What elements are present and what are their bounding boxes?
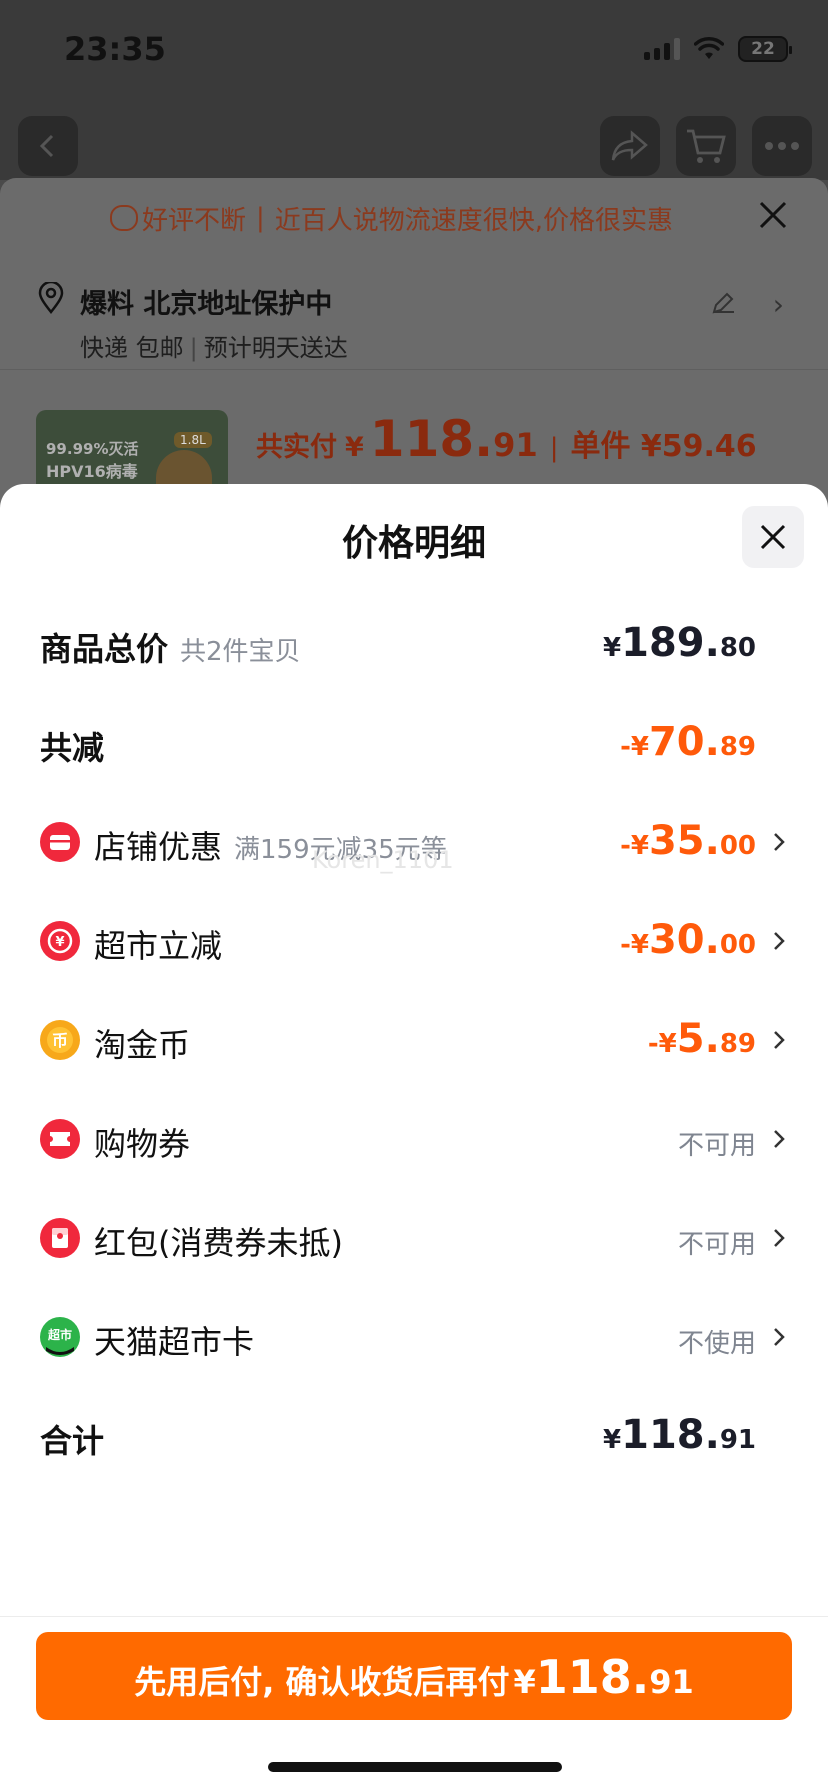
gold-coin-icon: 币 <box>40 1020 80 1060</box>
paid-yen: ¥ <box>345 432 364 463</box>
row-amount: -¥70.89 <box>620 719 756 765</box>
unit-price: 单件 ¥59.46 <box>570 429 757 464</box>
product-image-badge: 1.8L <box>174 432 212 448</box>
row-amount: ¥118.91 <box>603 1412 756 1458</box>
row-amount: -¥5.89 <box>647 1016 756 1062</box>
paid-label: 共实付 <box>256 432 337 463</box>
chevron-right-icon <box>774 932 785 950</box>
share-icon <box>611 130 648 161</box>
cart-icon <box>687 129 726 163</box>
row-gold-coin[interactable]: 币 淘金币 -¥5.89 <box>0 1000 828 1080</box>
tmall-card-icon: 超市 <box>40 1317 80 1357</box>
row-label: 合计 <box>40 1422 105 1460</box>
top-nav <box>0 100 828 180</box>
chevron-right-icon: › <box>772 288 784 321</box>
price-divider: | <box>549 433 559 463</box>
row-shopping-voucher[interactable]: 购物券 不可用 <box>0 1099 828 1179</box>
chevron-left-icon <box>39 134 54 158</box>
more-icon <box>765 142 799 150</box>
delivery-eta: 预计明天送达 <box>203 334 348 362</box>
row-label: 红包(消费券未抵) <box>94 1224 343 1262</box>
row-status: 不使用 <box>677 1329 756 1359</box>
row-total-reduction: 共减 -¥70.89 <box>0 703 828 783</box>
row-label: 购物券 <box>94 1125 191 1163</box>
watermark: Koren_1101 <box>312 846 454 874</box>
shop-discount-icon <box>40 822 80 862</box>
row-tmall-card[interactable]: 超市 天猫超市卡 不使用 <box>0 1297 828 1377</box>
row-amount: -¥35.00 <box>620 818 756 864</box>
more-button[interactable] <box>752 116 812 176</box>
edit-icon[interactable] <box>710 290 736 316</box>
row-label: 天猫超市卡 <box>94 1323 255 1361</box>
price-detail-modal: 价格明细 商品总价 共2件宝贝 ¥189.80 共减 -¥70.89 店铺优惠 满1… <box>0 484 828 1792</box>
row-amount: ¥189.80 <box>603 620 756 666</box>
chevron-right-icon <box>774 1328 785 1346</box>
row-label: 共减 <box>40 729 105 767</box>
paid-amount-dec: 91 <box>493 426 538 464</box>
row-status: 不可用 <box>677 1131 756 1161</box>
banner-text-1: 好评不断 <box>142 205 247 236</box>
close-icon <box>760 524 786 550</box>
location-pin-icon <box>38 282 64 314</box>
pay-button-text: 先用后付, 确认收货后再付 <box>134 1663 510 1701</box>
share-button[interactable] <box>600 116 660 176</box>
paid-amount-int: 118. <box>369 410 494 468</box>
pay-button-dec: 91 <box>649 1663 694 1701</box>
row-supermarket-discount[interactable]: ¥ 超市立减 -¥30.00 <box>0 901 828 981</box>
paid-summary: 共实付 ¥ 118. 91 | 单件 ¥59.46 <box>256 410 757 470</box>
delivery-divider: | <box>189 334 198 362</box>
row-label: 商品总价 共2件宝贝 <box>40 630 301 668</box>
address-section[interactable]: 爆料 北京地址保护中 快递 包邮 | 预计明天送达 › <box>0 260 828 370</box>
status-indicators: 22 <box>644 36 792 62</box>
delivery-info: 快递 包邮 | 预计明天送达 <box>80 328 348 363</box>
address-line: 爆料 北京地址保护中 <box>80 289 333 320</box>
battery-icon: 22 <box>738 36 792 62</box>
order-sheet-background: 好评不断 | 近百人说物流速度很快,价格很实惠 爆料 北京地址保护中 快递 包邮… <box>0 178 828 518</box>
pay-button-yen: ¥ <box>513 1663 536 1701</box>
chevron-right-icon <box>774 1229 785 1247</box>
banner-text-2: 近百人说物流速度很快,价格很实惠 <box>274 205 674 236</box>
svg-text:¥: ¥ <box>55 935 64 950</box>
cart-button[interactable] <box>676 116 736 176</box>
modal-close-button[interactable] <box>742 506 804 568</box>
row-red-packet[interactable]: 红包(消费券未抵) 不可用 <box>0 1198 828 1278</box>
pay-later-button[interactable]: 先用后付, 确认收货后再付 ¥ 118. 91 <box>36 1632 792 1720</box>
background-page: 23:35 22 好评不断 | 近百人说物流速度很快,价格很实惠 爆料 北京地址… <box>0 0 828 520</box>
chat-bubble-icon <box>110 205 138 231</box>
banner-divider: | <box>256 203 265 233</box>
footer-divider <box>0 1616 828 1617</box>
chevron-right-icon <box>774 833 785 851</box>
pay-button-int: 118. <box>535 1650 650 1704</box>
delivery-method: 快递 包邮 <box>80 334 184 362</box>
banner-close-icon[interactable] <box>756 198 790 232</box>
supermarket-discount-icon: ¥ <box>40 921 80 961</box>
chevron-right-icon <box>774 1130 785 1148</box>
red-packet-icon <box>40 1218 80 1258</box>
row-amount: -¥30.00 <box>620 917 756 963</box>
row-sublabel: 共2件宝贝 <box>180 637 301 667</box>
row-item-total: 商品总价 共2件宝贝 ¥189.80 <box>0 604 828 684</box>
row-label: 淘金币 <box>94 1026 191 1064</box>
review-banner: 好评不断 | 近百人说物流速度很快,价格很实惠 <box>0 178 828 258</box>
home-indicator <box>268 1762 562 1772</box>
row-grand-total: 合计 ¥118.91 <box>0 1396 828 1476</box>
row-label: 超市立减 <box>94 927 223 965</box>
chevron-right-icon <box>774 1031 785 1049</box>
wifi-icon <box>694 37 724 59</box>
svg-text:币: 币 <box>52 1031 68 1050</box>
shopping-voucher-icon <box>40 1119 80 1159</box>
cellular-signal-icon <box>644 38 680 60</box>
row-status: 不可用 <box>677 1230 756 1260</box>
product-image-text-2: HPV16病毒 <box>46 462 138 481</box>
back-button[interactable] <box>18 116 78 176</box>
status-time: 23:35 <box>64 30 166 68</box>
status-bar: 23:35 22 <box>0 0 828 100</box>
modal-title: 价格明细 <box>341 523 486 564</box>
tmall-card-icon-text: 超市 <box>47 1327 72 1342</box>
product-image-text-1: 99.99%灭活 <box>46 440 139 458</box>
